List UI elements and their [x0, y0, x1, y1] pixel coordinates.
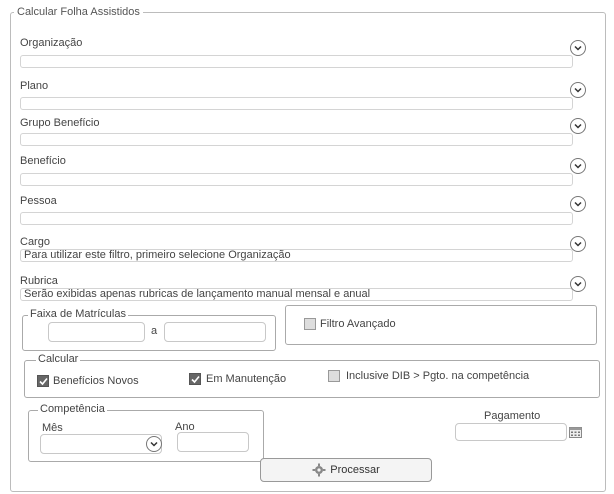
- checkmark-icon: [38, 377, 48, 385]
- faixa-matriculas-title: Faixa de Matrículas: [28, 308, 128, 320]
- calendar-icon[interactable]: [569, 426, 582, 438]
- ano-input[interactable]: [177, 432, 249, 452]
- plano-dropdown-button[interactable]: [570, 82, 586, 98]
- rubrica-field[interactable]: Serão exibidas apenas rubricas de lançam…: [20, 288, 573, 301]
- faixa-separator: a: [151, 325, 158, 337]
- beneficio-field[interactable]: [20, 173, 573, 186]
- mes-select[interactable]: [40, 434, 162, 454]
- processar-label: Processar: [330, 464, 380, 476]
- processar-button[interactable]: Processar: [260, 458, 432, 482]
- gear-icon: [312, 463, 326, 477]
- filtro-avancado-label: Filtro Avançado: [320, 318, 396, 330]
- mes-dropdown-button[interactable]: [146, 436, 162, 452]
- pessoa-field[interactable]: [20, 212, 573, 225]
- chevron-down-icon: [574, 281, 582, 287]
- cargo-label: Cargo: [20, 236, 50, 248]
- chevron-down-icon: [574, 87, 582, 93]
- inclusive-dib-checkbox[interactable]: [328, 370, 340, 382]
- grupo-beneficio-label: Grupo Benefício: [20, 117, 100, 129]
- chevron-down-icon: [574, 123, 582, 129]
- beneficio-label: Benefício: [20, 155, 66, 167]
- pagamento-label: Pagamento: [484, 410, 541, 422]
- pessoa-label: Pessoa: [20, 195, 57, 207]
- organizacao-field[interactable]: [20, 55, 573, 68]
- rubrica-label: Rubrica: [20, 275, 58, 287]
- checkmark-icon: [190, 375, 200, 383]
- grupo-beneficio-field[interactable]: [20, 133, 573, 146]
- chevron-down-icon: [574, 241, 582, 247]
- inclusive-dib-label: Inclusive DIB > Pgto. na competência: [346, 370, 530, 382]
- organizacao-label: Organização: [20, 37, 83, 49]
- mes-label: Mês: [42, 422, 63, 434]
- pessoa-dropdown-button[interactable]: [570, 196, 586, 212]
- calcular-title: Calcular: [36, 353, 81, 365]
- cargo-field[interactable]: Para utilizar este filtro, primeiro sele…: [20, 249, 573, 262]
- beneficio-dropdown-button[interactable]: [570, 158, 586, 174]
- plano-label: Plano: [20, 80, 49, 92]
- chevron-down-icon: [150, 441, 158, 447]
- pagamento-input[interactable]: [455, 423, 567, 441]
- form-title: Calcular Folha Assistidos: [14, 6, 143, 18]
- cargo-dropdown-button[interactable]: [570, 236, 586, 252]
- chevron-down-icon: [574, 201, 582, 207]
- beneficios-novos-label: Benefícios Novos: [53, 375, 139, 387]
- matricula-inicial-input[interactable]: [48, 322, 145, 342]
- organizacao-dropdown-button[interactable]: [570, 40, 586, 56]
- em-manutencao-checkbox[interactable]: [189, 373, 201, 385]
- plano-field[interactable]: [20, 97, 573, 110]
- matricula-final-input[interactable]: [164, 322, 266, 342]
- chevron-down-icon: [574, 45, 582, 51]
- chevron-down-icon: [574, 163, 582, 169]
- rubrica-dropdown-button[interactable]: [570, 276, 586, 292]
- beneficios-novos-checkbox[interactable]: [37, 375, 49, 387]
- grupo-beneficio-dropdown-button[interactable]: [570, 118, 586, 134]
- em-manutencao-label: Em Manutenção: [206, 373, 287, 385]
- filtro-avancado-checkbox[interactable]: [304, 318, 316, 330]
- competencia-title: Competência: [38, 403, 107, 415]
